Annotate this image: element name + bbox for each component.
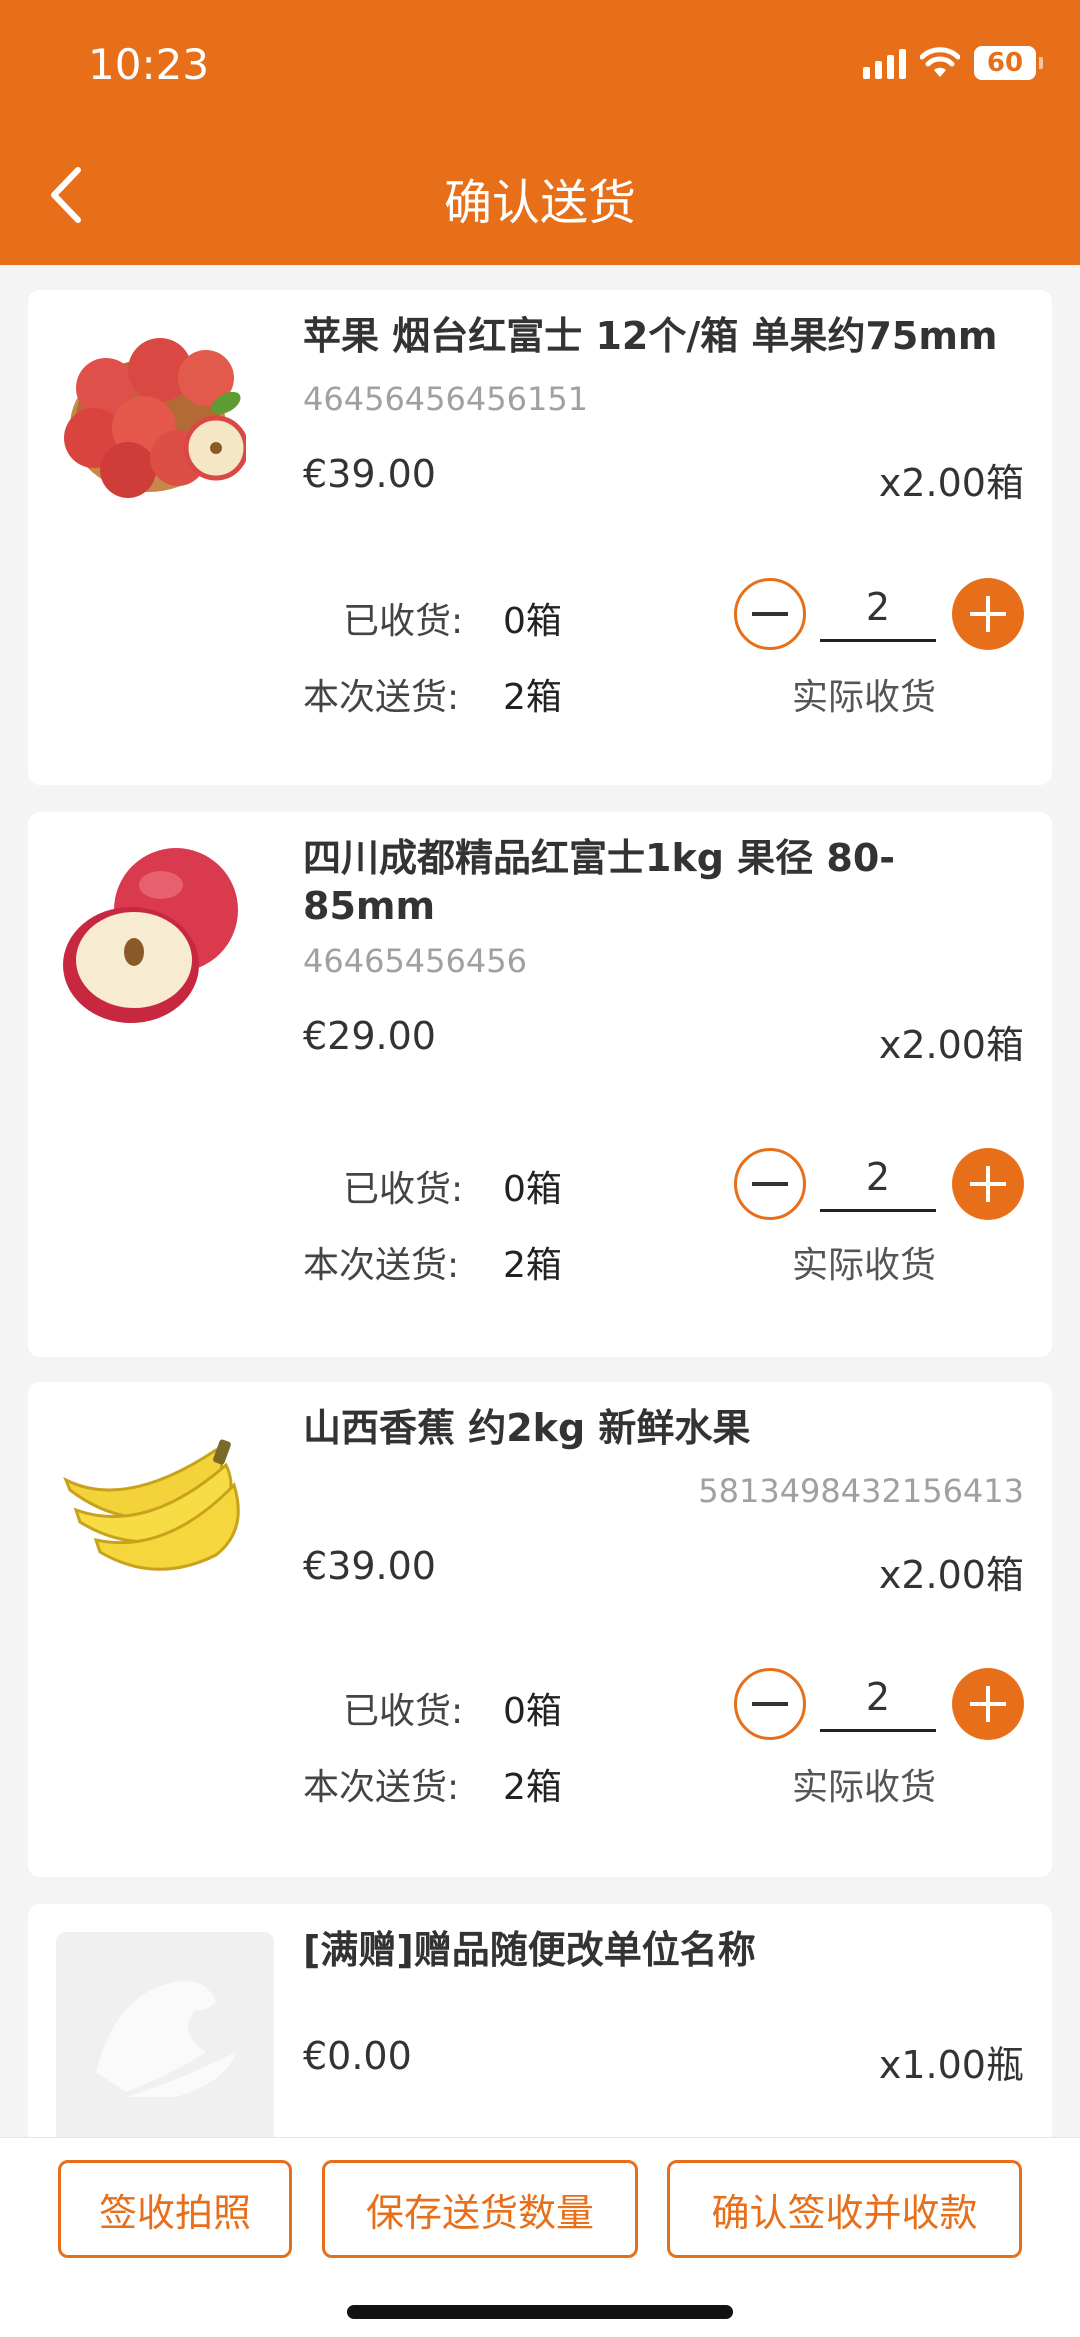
- product-name: [满赠]赠品随便改单位名称: [303, 1928, 756, 1972]
- minus-icon: [752, 1702, 788, 1706]
- received-label: 已收货:: [343, 601, 464, 642]
- delivery-value: 2箱: [503, 1245, 562, 1286]
- actual-received-label: 实际收货: [792, 1767, 937, 1808]
- cellular-signal-icon: [863, 47, 906, 79]
- product-name: 山西香蕉 约2kg 新鲜水果: [303, 1406, 751, 1450]
- received-value: 0箱: [503, 1169, 562, 1210]
- product-sku: 46465456456: [303, 942, 527, 980]
- product-card: 四川成都精品红富士1kg 果径 80-85mm 46465456456 €29.…: [28, 812, 1052, 1357]
- product-image-apples: [64, 338, 246, 498]
- delivery-value: 2箱: [503, 677, 562, 718]
- product-price: €0.00: [303, 2034, 412, 2078]
- received-label: 已收货:: [343, 1169, 464, 1210]
- increase-button[interactable]: [952, 578, 1024, 650]
- product-price: €39.00: [303, 1544, 436, 1588]
- received-value: 0箱: [503, 1691, 562, 1732]
- wifi-icon: [920, 47, 960, 77]
- app-header: 10:23 60 确认送货: [0, 0, 1080, 265]
- product-price: €39.00: [303, 452, 436, 496]
- minus-icon: [752, 612, 788, 616]
- delivery-value: 2箱: [503, 1767, 562, 1808]
- decrease-button[interactable]: [734, 1148, 806, 1220]
- order-quantity: x2.00箱: [878, 1553, 1024, 1597]
- status-icons: 60: [863, 46, 1043, 80]
- product-card: 苹果 烟台红富士 12个/箱 单果约75mm 46456456456151 €3…: [28, 290, 1052, 785]
- confirm-and-pay-button[interactable]: 确认签收并收款: [667, 2160, 1022, 2258]
- product-image-apple: [63, 848, 238, 1023]
- received-value: 0箱: [503, 601, 562, 642]
- minus-icon: [752, 1182, 788, 1186]
- increase-button[interactable]: [952, 1668, 1024, 1740]
- product-sku: 5813498432156413: [698, 1472, 1024, 1510]
- sign-photo-button[interactable]: 签收拍照: [58, 2160, 292, 2258]
- status-time: 10:23: [88, 40, 210, 89]
- plus-icon: [970, 1166, 1006, 1202]
- decrease-button[interactable]: [734, 1668, 806, 1740]
- bottom-action-bar: 签收拍照 保存送货数量 确认签收并收款: [0, 2137, 1080, 2337]
- delivery-label: 本次送货:: [303, 1767, 460, 1808]
- decrease-button[interactable]: [734, 578, 806, 650]
- product-image-bananas: [63, 1439, 240, 1571]
- actual-quantity-input[interactable]: 2: [820, 1148, 936, 1212]
- product-card: 山西香蕉 约2kg 新鲜水果 5813498432156413 €39.00 x…: [28, 1382, 1052, 1877]
- plus-icon: [970, 1686, 1006, 1722]
- product-name: 苹果 烟台红富士 12个/箱 单果约75mm: [303, 314, 998, 358]
- home-indicator[interactable]: [347, 2305, 733, 2319]
- order-quantity: x2.00箱: [878, 461, 1024, 505]
- delivery-label: 本次送货:: [303, 677, 460, 718]
- product-name: 四川成都精品红富士1kg 果径 80-85mm: [303, 836, 896, 928]
- order-quantity: x1.00瓶: [878, 2043, 1024, 2087]
- delivery-label: 本次送货:: [303, 1245, 460, 1286]
- battery-icon: 60: [974, 46, 1043, 80]
- save-quantity-button[interactable]: 保存送货数量: [322, 2160, 638, 2258]
- actual-quantity-input[interactable]: 2: [820, 1668, 936, 1732]
- received-label: 已收货:: [343, 1691, 464, 1732]
- product-image-placeholder: [56, 1932, 274, 2150]
- product-price: €29.00: [303, 1014, 436, 1058]
- plus-icon: [970, 596, 1006, 632]
- page-title: 确认送货: [443, 175, 636, 231]
- actual-quantity-input[interactable]: 2: [820, 578, 936, 642]
- product-sku: 46456456456151: [303, 380, 589, 418]
- order-quantity: x2.00箱: [878, 1023, 1024, 1067]
- actual-received-label: 实际收货: [792, 677, 937, 718]
- actual-received-label: 实际收货: [792, 1245, 937, 1286]
- increase-button[interactable]: [952, 1148, 1024, 1220]
